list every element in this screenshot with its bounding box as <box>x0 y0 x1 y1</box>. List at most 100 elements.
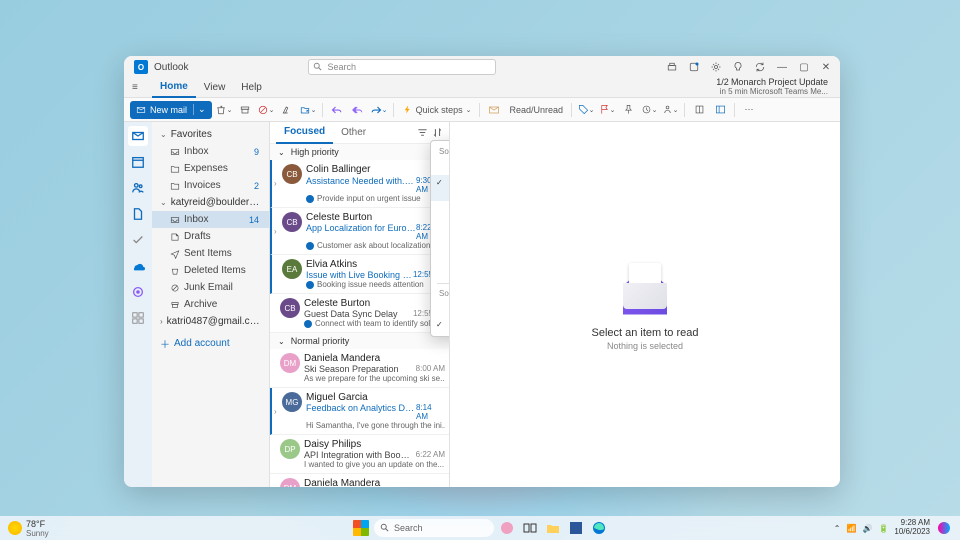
sort-option-from[interactable]: From <box>431 201 450 217</box>
move-button[interactable]: ⌄ <box>299 101 317 119</box>
immersive-button[interactable] <box>711 101 729 119</box>
sort-option-date[interactable]: Date <box>431 159 450 175</box>
taskbar-copilot[interactable] <box>497 518 517 538</box>
taskbar-edge[interactable] <box>589 518 609 538</box>
flag-button[interactable]: ⌄ <box>598 101 616 119</box>
tray-volume-icon[interactable]: 🔊 <box>862 524 872 533</box>
reply-button[interactable] <box>328 101 346 119</box>
sort-option-priority-by-copilot[interactable]: ✓Priority by Copilot <box>431 175 450 201</box>
nav-item-expenses[interactable]: Expenses <box>152 160 269 177</box>
rail-files-icon[interactable] <box>128 204 148 224</box>
tray-battery-icon[interactable]: 🔋 <box>878 524 888 533</box>
archive-button[interactable] <box>236 101 254 119</box>
sort-order-oldest-on-top[interactable]: Oldest on top <box>431 301 450 317</box>
system-tray[interactable]: ⌃ 📶 🔊 🔋 9:28 AM 10/6/2023 <box>834 519 952 537</box>
addin-button[interactable] <box>690 101 708 119</box>
upcoming-meeting[interactable]: 1/2 Monarch Project Update in 5 min Micr… <box>716 78 832 97</box>
rail-copilot-icon[interactable] <box>128 282 148 302</box>
tab-focused[interactable]: Focused <box>276 122 333 144</box>
rail-mail-icon[interactable] <box>128 126 148 146</box>
message-item[interactable]: › CB Colin Ballinger@ Assistance Needed … <box>270 160 449 208</box>
group-header[interactable]: ⌄High priority <box>270 144 449 160</box>
tray-chevron-icon[interactable]: ⌃ <box>834 524 841 533</box>
search-input[interactable]: Search <box>308 59 496 75</box>
message-item[interactable]: › CB Celeste Burton App Localization for… <box>270 208 449 255</box>
taskbar-search[interactable]: Search <box>374 519 494 537</box>
expand-chevron[interactable]: › <box>274 164 282 203</box>
sort-option-importance[interactable]: Importance <box>431 249 450 265</box>
nav-account-0[interactable]: ⌄katyreid@boulderinnova... <box>152 194 269 211</box>
nav-item-inbox[interactable]: Inbox9 <box>152 143 269 160</box>
taskbar-clock[interactable]: 9:28 AM 10/6/2023 <box>894 519 930 537</box>
sort-option-subject[interactable]: Subject <box>431 265 450 281</box>
rail-todo-icon[interactable] <box>128 230 148 250</box>
nav-item-junk-email[interactable]: Junk Email <box>152 279 269 296</box>
pin-button[interactable] <box>619 101 637 119</box>
folder-button[interactable] <box>485 101 503 119</box>
taskbar-explorer[interactable] <box>543 518 563 538</box>
rail-apps-icon[interactable] <box>128 308 148 328</box>
taskbar-taskview[interactable] <box>520 518 540 538</box>
sweep-button[interactable] <box>278 101 296 119</box>
tab-home[interactable]: Home <box>152 78 196 98</box>
nav-item-drafts[interactable]: Drafts <box>152 228 269 245</box>
new-mail-button[interactable]: New mail ⌄ <box>130 101 212 119</box>
add-account-button[interactable]: ＋Add account <box>152 330 269 357</box>
minimize-button[interactable]: — <box>772 57 792 77</box>
rail-calendar-icon[interactable] <box>128 152 148 172</box>
more-button[interactable]: ⋯ <box>740 101 758 119</box>
rail-people-icon[interactable] <box>128 178 148 198</box>
notification-icon[interactable] <box>684 57 704 77</box>
close-button[interactable]: ✕ <box>816 57 836 77</box>
message-item[interactable]: DM Daniela Mandera Open enrollment for h… <box>270 474 449 487</box>
tab-view[interactable]: View <box>196 78 234 98</box>
nav-item-sent-items[interactable]: Sent Items <box>152 245 269 262</box>
lightbulb-icon[interactable] <box>728 57 748 77</box>
group-header[interactable]: ⌄Normal priority <box>270 333 449 349</box>
priority-dot-icon <box>304 320 312 328</box>
delete-button[interactable]: ⌄ <box>215 101 233 119</box>
sort-option-category[interactable]: Category <box>431 217 450 233</box>
expand-chevron[interactable]: › <box>274 392 282 430</box>
tray-wifi-icon[interactable]: 📶 <box>847 524 857 533</box>
taskbar-weather[interactable]: 78°F Sunny <box>8 519 49 538</box>
expand-chevron[interactable]: › <box>274 212 282 250</box>
reply-all-button[interactable] <box>349 101 367 119</box>
nav-account-1[interactable]: ›katri0487@gmail.com <box>152 313 269 330</box>
hamburger-icon[interactable]: ≡ <box>132 82 152 93</box>
message-item[interactable]: EA Elvia Atkins Issue with Live Booking … <box>270 255 449 294</box>
quick-steps-button[interactable]: Quick steps ⌄ <box>399 104 475 115</box>
sort-icon[interactable] <box>432 127 443 138</box>
sort-order-newest-on-top[interactable]: ✓Newest on top <box>431 317 450 333</box>
snooze-button[interactable]: ⌄ <box>640 101 658 119</box>
nav-item-archive[interactable]: Archive <box>152 296 269 313</box>
report-button[interactable]: ⌄ <box>257 101 275 119</box>
read-unread-button[interactable]: Read/Unread <box>506 105 566 115</box>
print-icon[interactable] <box>662 57 682 77</box>
rail-onedrive-icon[interactable] <box>128 256 148 276</box>
person-button[interactable]: ⌄ <box>661 101 679 119</box>
chevron-down-icon[interactable]: ⌄ <box>193 104 206 115</box>
maximize-button[interactable]: ▢ <box>794 57 814 77</box>
tab-help[interactable]: Help <box>233 78 270 98</box>
nav-item-deleted-items[interactable]: Deleted Items <box>152 262 269 279</box>
tab-other[interactable]: Other <box>333 122 374 144</box>
nav-item-inbox[interactable]: Inbox14 <box>152 211 269 228</box>
forward-button[interactable]: ⌄ <box>370 101 388 119</box>
sort-menu-header-2: Sort by <box>431 286 450 301</box>
tag-button[interactable]: ⌄ <box>577 101 595 119</box>
taskbar-word[interactable] <box>566 518 586 538</box>
nav-item-invoices[interactable]: Invoices2 <box>152 177 269 194</box>
settings-icon[interactable] <box>706 57 726 77</box>
sort-option-size[interactable]: Size <box>431 233 450 249</box>
message-item[interactable]: DP Daisy Philips API Integration with Bo… <box>270 435 449 474</box>
nav-favorites-header[interactable]: ⌄Favorites <box>152 126 269 143</box>
filter-icon[interactable] <box>417 127 428 138</box>
message-item[interactable]: DM Daniela Mandera Ski Season Preparatio… <box>270 349 449 388</box>
message-item[interactable]: CB Celeste Burton Guest Data Sync Delay1… <box>270 294 449 333</box>
message-item[interactable]: › MG Miguel Garcia Feedback on Analytics… <box>270 388 449 435</box>
tray-copilot-icon[interactable] <box>936 520 952 536</box>
sync-icon[interactable] <box>750 57 770 77</box>
message-subject: Assistance Needed with... (2) <box>306 176 416 194</box>
start-button[interactable] <box>351 518 371 538</box>
